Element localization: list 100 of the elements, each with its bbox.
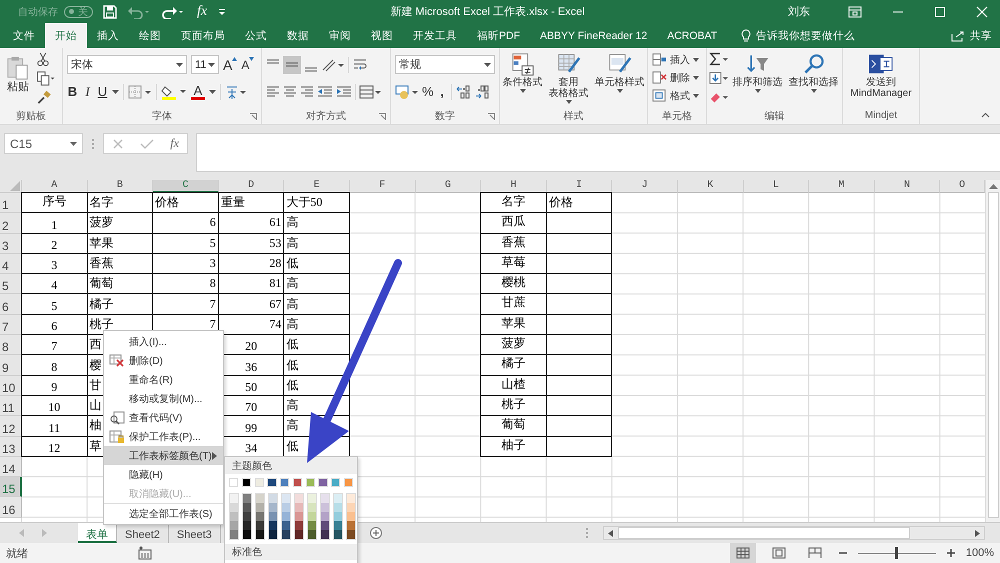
- decrease-decimal-icon[interactable]: [474, 84, 490, 100]
- ribbon-display-icon[interactable]: [848, 6, 862, 18]
- paste-button[interactable]: 粘贴: [4, 51, 32, 107]
- grow-font-button[interactable]: A: [223, 56, 238, 72]
- column-header[interactable]: J: [612, 180, 678, 193]
- ribbon-tab[interactable]: 视图: [361, 23, 403, 48]
- color-swatch[interactable]: [292, 478, 302, 487]
- ribbon-tab[interactable]: 开发工具: [403, 23, 467, 48]
- ribbon-tab[interactable]: 福昕PDF: [467, 23, 530, 48]
- row-header[interactable]: 7: [0, 314, 22, 336]
- formula-input[interactable]: [196, 133, 1000, 172]
- font-size-dropdown[interactable]: 11: [191, 55, 219, 74]
- style-button[interactable]: 单元格样式: [592, 51, 646, 107]
- ribbon-tab[interactable]: 页面布局: [171, 23, 235, 48]
- cells-menu-button[interactable]: 删除: [652, 69, 702, 86]
- editing-button[interactable]: 排序和筛选: [730, 51, 784, 107]
- color-swatch[interactable]: [308, 503, 316, 512]
- scroll-right-icon[interactable]: [972, 528, 982, 538]
- checkmark-icon[interactable]: [140, 138, 154, 150]
- dialog-launcher-icon[interactable]: [379, 113, 386, 120]
- user-name[interactable]: 刘东: [788, 4, 810, 19]
- row-header[interactable]: 9: [0, 355, 22, 376]
- autosum-icon[interactable]: [708, 52, 728, 66]
- vertical-scrollbar[interactable]: [985, 180, 1000, 522]
- drag-handle-icon[interactable]: [91, 138, 95, 150]
- column-header[interactable]: M: [809, 180, 875, 193]
- merge-cells-icon[interactable]: [359, 84, 381, 100]
- font-color-button[interactable]: A: [191, 84, 205, 100]
- row-header[interactable]: 16: [0, 497, 22, 518]
- column-header[interactable]: L: [744, 180, 810, 193]
- column-header[interactable]: D: [218, 180, 284, 193]
- color-swatch[interactable]: [347, 530, 354, 539]
- color-swatch[interactable]: [243, 521, 250, 530]
- insert-function-button[interactable]: fx: [170, 136, 179, 151]
- font-name-dropdown[interactable]: 宋体: [67, 55, 187, 74]
- color-swatch[interactable]: [334, 503, 342, 512]
- fill-color-icon[interactable]: [161, 84, 187, 100]
- color-swatch[interactable]: [243, 512, 250, 521]
- color-swatch[interactable]: [256, 503, 264, 512]
- color-swatch[interactable]: [308, 521, 316, 530]
- column-header[interactable]: B: [88, 180, 154, 193]
- color-swatch[interactable]: [295, 503, 302, 512]
- save-icon[interactable]: [103, 4, 117, 18]
- close-icon[interactable]: [976, 6, 988, 18]
- sheet-tab[interactable]: 表单: [78, 523, 117, 543]
- ribbon-tab[interactable]: 插入: [87, 23, 129, 48]
- cells-menu-button[interactable]: 格式: [652, 87, 702, 104]
- paintbrush-icon[interactable]: [36, 90, 52, 104]
- color-swatch[interactable]: [334, 512, 342, 521]
- menu-item[interactable]: 隐藏(H): [104, 465, 223, 484]
- color-swatch[interactable]: [321, 512, 328, 521]
- color-swatch[interactable]: [256, 494, 264, 503]
- row-header[interactable]: 15: [0, 477, 22, 498]
- undo-icon[interactable]: [127, 4, 151, 18]
- horizontal-scrollbar[interactable]: [603, 526, 985, 540]
- color-swatch[interactable]: [347, 521, 354, 530]
- color-swatch[interactable]: [267, 478, 276, 487]
- color-swatch[interactable]: [230, 494, 238, 503]
- color-swatch[interactable]: [269, 521, 276, 530]
- color-swatch[interactable]: [321, 503, 328, 512]
- number-format-dropdown[interactable]: 常规: [395, 55, 495, 74]
- color-swatch[interactable]: [256, 530, 264, 539]
- previous-sheet-icon[interactable]: [18, 529, 26, 537]
- color-swatch[interactable]: [295, 521, 302, 530]
- row-header[interactable]: 6: [0, 294, 22, 315]
- phonetic-guide-icon[interactable]: [225, 84, 247, 100]
- comma-style-button[interactable]: ,: [436, 84, 448, 100]
- italic-button[interactable]: I: [82, 84, 93, 100]
- row-header[interactable]: 10: [0, 376, 22, 396]
- column-header[interactable]: H: [481, 180, 547, 193]
- color-swatch[interactable]: [295, 512, 302, 521]
- menu-item[interactable]: 选定全部工作表(S): [104, 503, 223, 523]
- bold-button[interactable]: B: [67, 84, 78, 100]
- row-header[interactable]: 12: [0, 416, 22, 437]
- row-header[interactable]: 13: [0, 436, 22, 457]
- splitter-handle-icon[interactable]: [585, 527, 589, 539]
- row-header[interactable]: 1: [0, 193, 22, 214]
- align-left-icon[interactable]: [266, 84, 280, 100]
- ribbon-tab[interactable]: 开始: [45, 23, 87, 48]
- style-button[interactable]: 套用 表格格式: [546, 51, 590, 107]
- caret-icon[interactable]: [209, 90, 216, 94]
- ribbon-tab[interactable]: 审阅: [319, 23, 361, 48]
- increase-indent-icon[interactable]: [336, 84, 352, 100]
- row-header[interactable]: 3: [0, 234, 22, 254]
- dialog-launcher-icon[interactable]: [488, 113, 495, 120]
- color-swatch[interactable]: [282, 521, 290, 530]
- next-sheet-icon[interactable]: [40, 529, 48, 537]
- color-swatch[interactable]: [243, 530, 250, 539]
- color-swatch[interactable]: [282, 512, 290, 521]
- color-swatch[interactable]: [269, 530, 276, 539]
- underline-button[interactable]: U: [97, 84, 108, 100]
- percent-button[interactable]: %: [422, 84, 434, 100]
- color-swatch[interactable]: [318, 478, 328, 487]
- style-button[interactable]: 条件格式: [500, 51, 544, 107]
- add-sheet-icon[interactable]: [370, 527, 382, 539]
- cancel-icon[interactable]: [112, 138, 124, 150]
- normal-view-button[interactable]: [730, 543, 756, 563]
- scroll-up-icon[interactable]: [988, 183, 998, 189]
- color-swatch[interactable]: [308, 494, 316, 503]
- ribbon-tab[interactable]: 文件: [3, 23, 45, 48]
